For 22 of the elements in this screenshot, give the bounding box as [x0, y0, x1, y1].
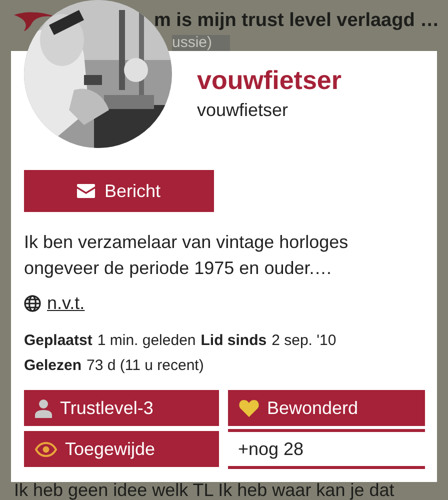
stat-label: Geplaatst	[24, 331, 92, 351]
envelope-icon	[77, 184, 96, 198]
user-icon	[35, 398, 52, 418]
topic-title[interactable]: m is mijn trust level verlaagd …	[154, 10, 440, 32]
stat-value: 2 sep. '10	[272, 331, 336, 351]
user-bio: Ik ben verzamelaar van vintage horloges ongeveer de periode 1975 en ouder.…	[24, 231, 350, 280]
stat-value: 73 d (11 u recent)	[86, 356, 204, 376]
message-button[interactable]: Bericht	[24, 170, 214, 212]
badge[interactable]: Bewonderd	[228, 390, 425, 426]
more-badges-link[interactable]: +nog 28	[228, 429, 425, 469]
user-handle: vouwfietser	[197, 99, 288, 122]
globe-icon	[24, 295, 41, 312]
stat-value: 1 min. geleden	[97, 331, 196, 351]
stat-label: Lid sinds	[200, 331, 267, 351]
user-name[interactable]: vouwfietser	[197, 64, 342, 96]
eye-icon	[35, 442, 57, 456]
stat-label: Gelezen	[24, 356, 82, 376]
badge[interactable]: Trustlevel-3	[24, 390, 219, 426]
badge[interactable]: Toegewijde	[24, 431, 219, 467]
post-text: Ik heb geen idee welk TL Ik heb waar kan je dat	[14, 481, 394, 499]
heart-icon	[239, 399, 259, 417]
website-link[interactable]: n.v.t.	[47, 293, 85, 314]
